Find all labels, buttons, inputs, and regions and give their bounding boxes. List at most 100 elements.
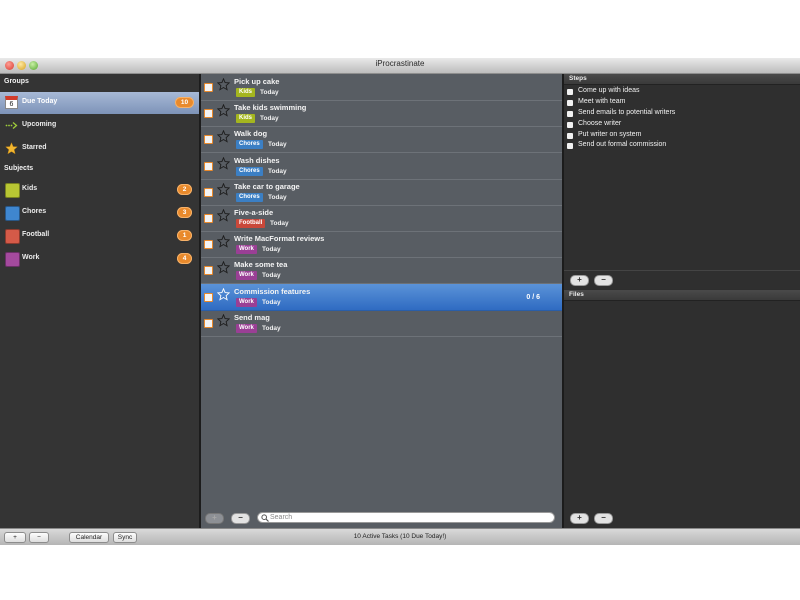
bottom-bar: + − Calendar Sync 10 Active Tasks (10 Du…	[0, 528, 800, 545]
add-file-button[interactable]: +	[570, 513, 589, 524]
task-checkbox[interactable]	[204, 187, 213, 197]
subject-tag: Work	[236, 245, 257, 255]
star-outline-icon[interactable]	[217, 182, 230, 196]
count-badge: 3	[177, 207, 192, 218]
task-row[interactable]: Write MacFormat reviews Work Today	[201, 231, 562, 259]
star-outline-icon[interactable]	[217, 287, 230, 301]
task-row[interactable]: Take kids swimming Kids Today	[201, 100, 562, 128]
groups-heading: Groups	[4, 78, 29, 85]
sidebar-item-football[interactable]: Football 1	[0, 225, 200, 247]
task-checkbox[interactable]	[204, 214, 213, 223]
task-name: Wash dishes	[234, 155, 280, 165]
task-row[interactable]: Five-a-side Football Today	[201, 205, 562, 232]
add-task-button[interactable]: +	[205, 513, 224, 524]
files-footer: + −	[564, 508, 800, 528]
star-icon	[5, 142, 18, 155]
task-checkbox[interactable]	[204, 161, 213, 171]
color-swatch	[5, 252, 20, 267]
due-label: Today	[262, 298, 281, 306]
sidebar-item-work[interactable]: Work 4	[0, 248, 200, 270]
count-badge: 4	[177, 253, 192, 264]
task-row[interactable]: Commission features Work Today 0 / 6	[201, 283, 562, 311]
due-label: Today	[268, 167, 287, 175]
star-outline-icon[interactable]	[217, 78, 230, 91]
step-checkbox[interactable]	[567, 122, 573, 128]
due-label: Today	[260, 89, 279, 96]
task-checkbox[interactable]	[204, 318, 213, 328]
sidebar-item-label: Chores	[22, 208, 47, 215]
task-checkbox[interactable]	[204, 266, 213, 276]
due-label: Today	[260, 115, 279, 123]
task-checkbox[interactable]	[204, 109, 213, 119]
step-label: Put writer on system	[578, 131, 642, 138]
add-step-button[interactable]: +	[570, 275, 589, 286]
search-field[interactable]: Search	[257, 512, 555, 523]
subject-tag: Football	[236, 219, 266, 228]
step-checkbox[interactable]	[567, 89, 573, 95]
count-badge: 10	[175, 97, 194, 108]
star-outline-icon[interactable]	[217, 130, 230, 144]
subject-tag: Chores	[236, 192, 263, 202]
task-row[interactable]: Walk dog Chores Today	[201, 126, 562, 154]
remove-step-button[interactable]: −	[594, 275, 613, 286]
star-outline-icon[interactable]	[217, 104, 230, 117]
task-name: Walk dog	[234, 129, 268, 139]
app-window: iProcrastinate Groups 6 Due Today 10 Upc…	[0, 58, 800, 545]
sidebar-item-label: Starred	[22, 144, 47, 151]
step-checkbox[interactable]	[567, 143, 573, 149]
sidebar-item-label: Kids	[22, 185, 38, 192]
step-label: Meet with team	[578, 98, 626, 105]
title-bar: iProcrastinate	[0, 58, 800, 74]
steps-pane: Steps Come up with ideas Meet with team …	[564, 74, 800, 288]
calendar-icon: 6	[5, 96, 18, 109]
steps-footer: + −	[564, 270, 800, 289]
subject-tag: Work	[236, 323, 257, 333]
due-label: Today	[262, 246, 281, 254]
step-checkbox[interactable]	[567, 111, 573, 117]
step-label: Choose writer	[578, 120, 622, 127]
subject-tag: Kids	[236, 114, 256, 124]
task-checkbox[interactable]	[204, 292, 213, 302]
sidebar-item-due-today[interactable]: 6 Due Today 10	[0, 92, 200, 114]
step-checkbox[interactable]	[567, 133, 573, 139]
search-icon	[261, 514, 269, 522]
task-row[interactable]: Make some tea Work Today	[201, 257, 562, 285]
remove-file-button[interactable]: −	[594, 513, 613, 524]
due-label: Today	[262, 324, 281, 332]
task-name: Take car to garage	[234, 181, 300, 191]
status-text: 10 Active Tasks (10 Due Today!)	[353, 533, 447, 540]
subjects-heading: Subjects	[4, 165, 34, 172]
task-checkbox[interactable]	[204, 83, 213, 92]
task-row[interactable]: Pick up cake Kids Today	[201, 74, 562, 101]
sidebar-item-chores[interactable]: Chores 3	[0, 202, 200, 224]
task-name: Write MacFormat reviews	[234, 234, 325, 244]
task-row[interactable]: Wash dishes Chores Today	[201, 153, 562, 180]
sidebar-item-upcoming[interactable]: Upcoming	[0, 115, 200, 137]
task-list: Pick up cake Kids Today Take kids swimming K…	[201, 74, 562, 528]
step-checkbox[interactable]	[567, 100, 573, 106]
count-badge: 1	[177, 230, 192, 241]
sidebar: Groups 6 Due Today 10 Upcoming Starred S…	[0, 74, 200, 528]
sidebar-item-starred[interactable]: Starred	[0, 138, 200, 160]
star-outline-icon[interactable]	[217, 261, 230, 275]
star-outline-icon[interactable]	[217, 313, 230, 327]
sidebar-item-kids[interactable]: Kids 2	[0, 179, 200, 201]
sidebar-item-label: Work	[22, 254, 40, 261]
task-name: Commission features	[234, 286, 311, 296]
step-label: Send emails to potential writers	[578, 109, 676, 116]
subject-tag: Kids	[236, 88, 256, 97]
task-checkbox[interactable]	[204, 135, 213, 145]
task-name: Pick up cake	[234, 77, 280, 86]
remove-task-button[interactable]: −	[231, 513, 250, 524]
search-placeholder: Search	[270, 514, 293, 521]
count-badge: 2	[177, 184, 192, 195]
task-row[interactable]: Take car to garage Chores Today	[201, 179, 562, 206]
files-header: Files	[564, 290, 800, 301]
star-outline-icon[interactable]	[217, 209, 230, 222]
task-list-footer: + − Search	[201, 508, 562, 528]
subject-tag: Chores	[236, 140, 263, 150]
task-row[interactable]: Send mag Work Today	[201, 310, 562, 337]
star-outline-icon[interactable]	[217, 235, 230, 248]
task-checkbox[interactable]	[204, 240, 213, 250]
star-outline-icon[interactable]	[217, 156, 230, 170]
